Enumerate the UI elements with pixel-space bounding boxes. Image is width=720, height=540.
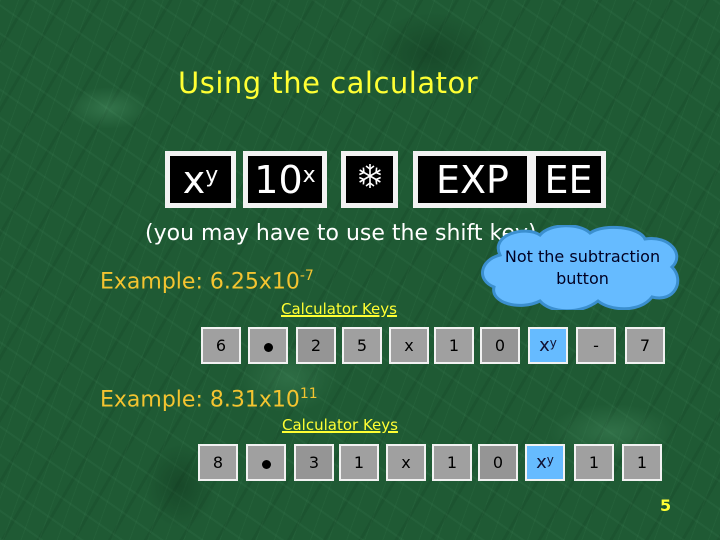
decimal-point-icon [261,459,271,469]
shift-key-note: (you may have to use the shift key) [145,221,537,246]
key-x-power-y: xy [165,151,236,208]
calc-key: 0 [478,444,518,481]
callout-line1: Not the subtraction [504,246,661,266]
key-superscript: y [205,163,219,188]
calc-key: 7 [625,327,665,364]
calc-key-decimal [246,444,286,481]
example-2-label: Example: 8.31x10 [100,387,300,413]
example-2-exponent: 11 [299,386,318,402]
calc-key: 1 [432,444,472,481]
key-exp: EXP [413,151,532,208]
example-1-exponent: -7 [299,268,314,284]
key-base: 10 [254,157,303,202]
key-ee: EE [531,151,606,208]
calc-key: 1 [434,327,474,364]
calc-key: x [386,444,426,481]
page-number: 5 [660,496,672,515]
calc-key: 1 [622,444,662,481]
calc-key: 2 [296,327,336,364]
decimal-point-icon [263,342,273,352]
calc-key: 3 [294,444,334,481]
key-ten-power-x: 10 x [243,151,327,208]
calc-key-negative: - [576,327,616,364]
key-superscript: x [302,163,316,188]
calc-key: x [389,327,429,364]
example-2-heading: Example: 8.31x1011 [100,386,318,412]
calculator-keys-link-1[interactable]: Calculator Keys [281,300,397,318]
calc-key-x-power-y: xy [528,327,568,364]
calc-key: 1 [339,444,379,481]
key-base: EE [544,157,593,202]
calculator-keys-link-2[interactable]: Calculator Keys [282,416,398,434]
calc-key: 6 [201,327,241,364]
key-snowflake [341,151,398,208]
key-base: x [182,157,206,202]
calc-key: 0 [480,327,520,364]
snowflake-icon [356,162,384,198]
slide-title: Using the calculator [178,66,479,100]
example-1-label: Example: 6.25x10 [100,269,300,295]
example-1-heading: Example: 6.25x10-7 [100,268,314,294]
callout-cloud: Not the subtraction button [480,224,685,313]
calc-key: 5 [342,327,382,364]
calc-key-x-power-y: xy [525,444,565,481]
calc-key: 8 [198,444,238,481]
key-base: EXP [436,157,509,202]
calc-key-decimal [248,327,288,364]
calc-key: 1 [574,444,614,481]
callout-line2: button [556,268,609,288]
